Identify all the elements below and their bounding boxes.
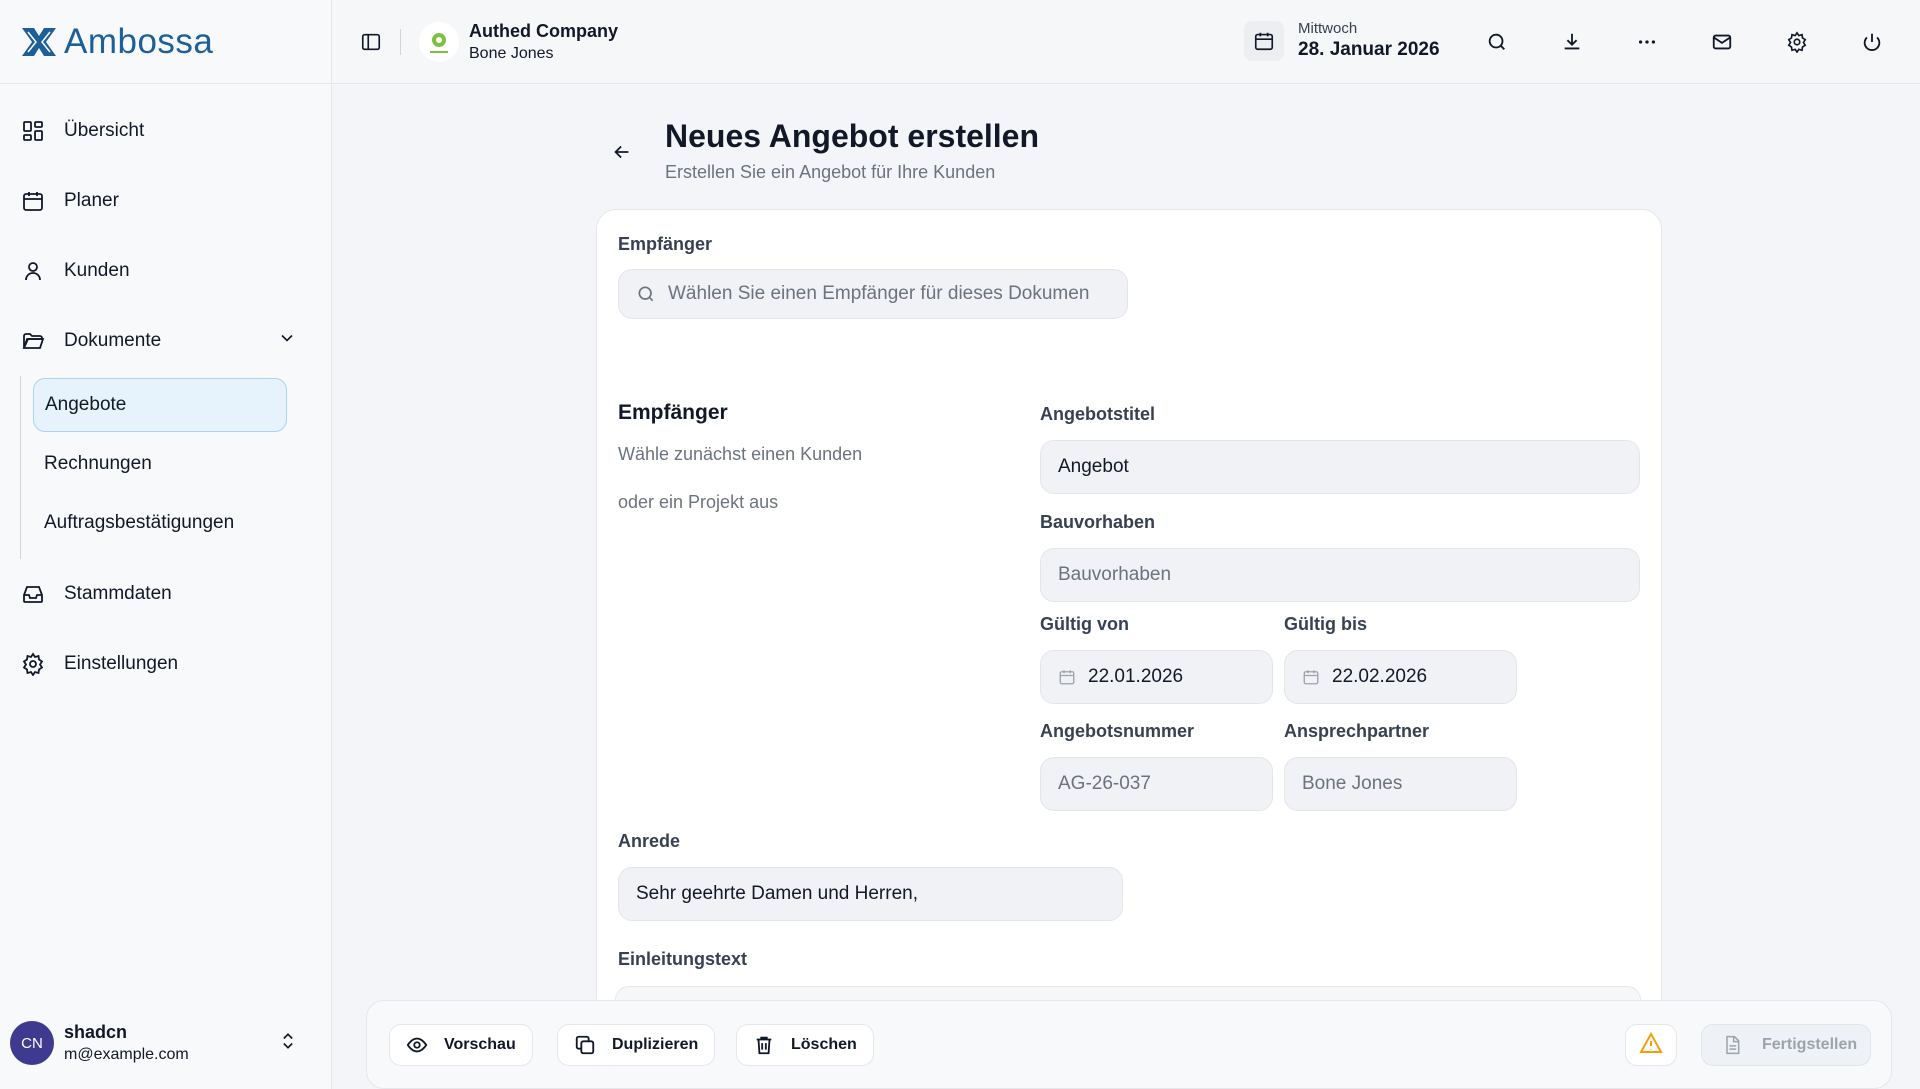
duplicate-button[interactable]: Duplizieren bbox=[557, 1024, 716, 1066]
user-info: shadcn m@example.com bbox=[64, 1022, 189, 1064]
nav-item-overview[interactable]: Übersicht bbox=[0, 96, 331, 166]
offer-form-card: Empfänger Wählen Sie einen Empfänger für… bbox=[596, 209, 1662, 1089]
salutation-input[interactable]: Sehr geehrte Damen und Herren, bbox=[618, 867, 1123, 921]
main-nav: Übersicht Planer Kunden Dokumente Angebo… bbox=[0, 84, 331, 699]
mail-icon[interactable] bbox=[1702, 22, 1742, 62]
back-arrow-icon[interactable] bbox=[608, 138, 636, 166]
nav-label: Kunden bbox=[64, 260, 130, 281]
nav-label: Dokumente bbox=[64, 330, 162, 351]
valid-from-value: 22.01.2026 bbox=[1088, 666, 1184, 687]
bottom-action-bar: Vorschau Duplizieren Löschen Fertigstell… bbox=[366, 1000, 1892, 1089]
nav-item-dokumente[interactable]: Dokumente bbox=[0, 306, 331, 376]
calendar-icon bbox=[20, 188, 46, 214]
nav-label: Übersicht bbox=[64, 120, 145, 141]
calendar-icon bbox=[1058, 668, 1076, 686]
company-user: Bone Jones bbox=[469, 44, 554, 62]
page-title: Neues Angebot erstellen bbox=[665, 118, 1040, 154]
date-weekday: Mittwoch bbox=[1298, 20, 1358, 37]
delete-label: Löschen bbox=[791, 1036, 857, 1053]
power-icon[interactable] bbox=[1852, 22, 1892, 62]
delete-button[interactable]: Löschen bbox=[736, 1024, 874, 1066]
nav-item-stammdaten[interactable]: Stammdaten bbox=[0, 559, 331, 629]
dashboard-icon bbox=[20, 118, 46, 144]
user-name: shadcn bbox=[64, 1022, 128, 1042]
project-input[interactable]: Bauvorhaben bbox=[1040, 548, 1640, 602]
header-actions bbox=[1477, 22, 1920, 62]
top-header: Authed Company Bone Jones Mittwoch 28. J… bbox=[332, 0, 1920, 84]
document-icon bbox=[1722, 1035, 1742, 1055]
warning-icon bbox=[1639, 1031, 1663, 1060]
recipient-search-input[interactable]: Wählen Sie einen Empfänger für dieses Do… bbox=[618, 269, 1128, 319]
download-icon[interactable] bbox=[1552, 22, 1592, 62]
copy-icon bbox=[574, 1034, 596, 1056]
salutation-label: Anrede bbox=[618, 831, 681, 851]
search-icon[interactable] bbox=[1477, 22, 1517, 62]
nav-item-planer[interactable]: Planer bbox=[0, 166, 331, 236]
offer-title-label: Angebotstitel bbox=[1040, 404, 1155, 424]
chevron-down-icon[interactable] bbox=[277, 328, 297, 354]
warning-button[interactable] bbox=[1625, 1024, 1677, 1066]
calendar-icon bbox=[1302, 668, 1320, 686]
finish-label: Fertigstellen bbox=[1762, 1036, 1858, 1053]
project-label: Bauvorhaben bbox=[1040, 512, 1156, 532]
offer-number-label: Angebotsnummer bbox=[1040, 721, 1195, 741]
gear-icon[interactable] bbox=[1777, 22, 1817, 62]
valid-to-label: Gültig bis bbox=[1284, 614, 1367, 634]
user-email: m@example.com bbox=[64, 1046, 189, 1063]
user-icon bbox=[20, 258, 46, 284]
search-icon bbox=[636, 284, 656, 304]
section-title: Empfänger bbox=[618, 401, 728, 424]
valid-to-input[interactable]: 22.02.2026 bbox=[1284, 650, 1517, 704]
company-logo-icon bbox=[419, 21, 459, 62]
sidebar: Ambossa Übersicht Planer Kunden Dokument… bbox=[0, 0, 332, 1089]
nav-item-einstellungen[interactable]: Einstellungen bbox=[0, 629, 331, 699]
ambossa-logo-icon bbox=[22, 27, 56, 56]
nav-label: Stammdaten bbox=[64, 583, 172, 604]
folder-icon bbox=[20, 328, 46, 354]
documents-subnav: Angebote Rechnungen Auftragsbestätigunge… bbox=[20, 376, 331, 559]
more-icon[interactable] bbox=[1627, 22, 1667, 62]
nav-item-kunden[interactable]: Kunden bbox=[0, 236, 331, 306]
section-text-2: oder ein Projekt aus bbox=[618, 492, 779, 512]
valid-from-input[interactable]: 22.01.2026 bbox=[1040, 650, 1273, 704]
calendar-icon[interactable] bbox=[1244, 20, 1284, 61]
chevrons-up-down-icon[interactable] bbox=[278, 1031, 298, 1056]
section-text-1: Wähle zunächst einen Kunden bbox=[618, 444, 863, 464]
preview-label: Vorschau bbox=[444, 1036, 516, 1053]
gear-icon bbox=[20, 651, 46, 677]
app-logo[interactable]: Ambossa bbox=[0, 0, 331, 84]
date-full: 28. Januar 2026 bbox=[1298, 39, 1440, 60]
date-display: Mittwoch 28. Januar 2026 bbox=[1244, 20, 1440, 61]
nav-label: Planer bbox=[64, 190, 119, 211]
page-subtitle: Erstellen Sie ein Angebot für Ihre Kunde… bbox=[665, 162, 996, 182]
inbox-icon bbox=[20, 581, 46, 607]
sidebar-item-angebote[interactable]: Angebote bbox=[33, 378, 287, 432]
trash-icon bbox=[753, 1034, 775, 1056]
sidebar-item-rechnungen[interactable]: Rechnungen bbox=[33, 437, 287, 491]
contact-label: Ansprechpartner bbox=[1284, 721, 1430, 741]
valid-to-value: 22.02.2026 bbox=[1332, 666, 1428, 687]
nav-label: Einstellungen bbox=[64, 653, 179, 674]
finish-button[interactable]: Fertigstellen bbox=[1701, 1024, 1871, 1066]
recipient-label: Empfänger bbox=[618, 234, 713, 254]
sidebar-toggle-icon[interactable] bbox=[356, 27, 386, 57]
sidebar-item-auftragsbestaetigungen[interactable]: Auftragsbestätigungen bbox=[33, 496, 287, 550]
intro-label: Einleitungstext bbox=[618, 949, 748, 969]
header-divider bbox=[400, 28, 401, 55]
recipient-placeholder: Wählen Sie einen Empfänger für dieses Do… bbox=[668, 283, 1090, 304]
contact-input[interactable]: Bone Jones bbox=[1284, 757, 1517, 811]
company-name: Authed Company bbox=[469, 20, 619, 41]
valid-from-label: Gültig von bbox=[1040, 614, 1129, 634]
offer-number-input[interactable]: AG-26-037 bbox=[1040, 757, 1273, 811]
preview-button[interactable]: Vorschau bbox=[389, 1024, 533, 1066]
offer-title-input[interactable]: Angebot bbox=[1040, 440, 1640, 494]
duplicate-label: Duplizieren bbox=[612, 1036, 699, 1053]
eye-icon bbox=[406, 1034, 428, 1056]
avatar: CN bbox=[10, 1021, 54, 1065]
app-name: Ambossa bbox=[64, 21, 214, 61]
company-info[interactable]: Authed Company Bone Jones bbox=[469, 21, 618, 63]
user-menu[interactable]: CN shadcn m@example.com bbox=[10, 1021, 310, 1065]
